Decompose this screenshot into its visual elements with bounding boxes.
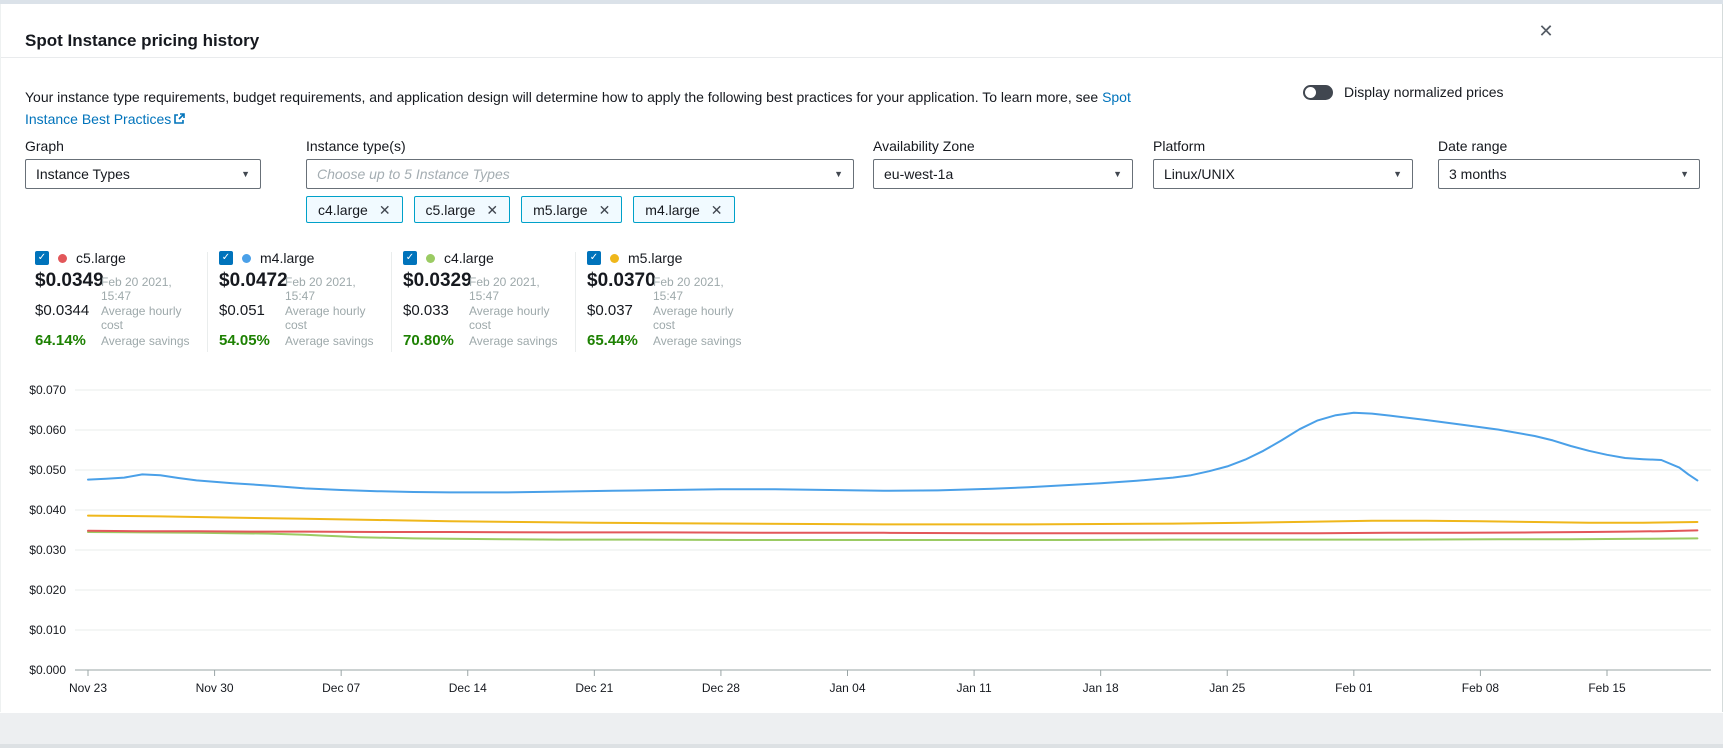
svg-text:$0.020: $0.020 [29, 583, 66, 597]
svg-text:$0.070: $0.070 [29, 383, 66, 397]
svg-text:Feb 01: Feb 01 [1335, 681, 1373, 695]
svg-text:$0.040: $0.040 [29, 503, 66, 517]
svg-text:Nov 23: Nov 23 [69, 681, 107, 695]
svg-text:Jan 11: Jan 11 [957, 681, 992, 695]
svg-text:$0.060: $0.060 [29, 423, 66, 437]
svg-text:Jan 04: Jan 04 [829, 681, 865, 695]
chart-x-axis-labels: Nov 23 Nov 30 Dec 07 Dec 14 Dec 21 Dec 28 Jan … [69, 681, 1626, 695]
price-history-chart: $0.000 $0.010 $0.020 $0.030 $0.040 $0.050 $0.0… [0, 0, 1723, 748]
svg-text:Dec 07: Dec 07 [322, 681, 360, 695]
chart-series-m4-large [88, 413, 1697, 493]
chart-series-m5-large [88, 516, 1697, 525]
chart-x-axis-ticks [88, 670, 1607, 676]
svg-text:$0.010: $0.010 [29, 623, 66, 637]
page-background-bottom [0, 713, 1723, 748]
svg-text:$0.050: $0.050 [29, 463, 66, 477]
svg-text:Dec 21: Dec 21 [575, 681, 613, 695]
chart-gridlines [75, 390, 1711, 670]
spot-pricing-modal-page: { "icons": { "close": "✕", "caret": "▼",… [0, 0, 1723, 748]
page-background-bottom-edge [0, 744, 1723, 748]
svg-text:Jan 18: Jan 18 [1083, 681, 1119, 695]
svg-text:Dec 28: Dec 28 [702, 681, 740, 695]
svg-text:Feb 15: Feb 15 [1588, 681, 1626, 695]
svg-text:$0.000: $0.000 [29, 663, 66, 677]
svg-text:Jan 25: Jan 25 [1209, 681, 1245, 695]
svg-text:Feb 08: Feb 08 [1462, 681, 1500, 695]
svg-text:Nov 30: Nov 30 [196, 681, 234, 695]
chart-series-c5-large [88, 530, 1697, 533]
svg-text:Dec 14: Dec 14 [449, 681, 487, 695]
svg-text:$0.030: $0.030 [29, 543, 66, 557]
chart-y-axis-labels: $0.000 $0.010 $0.020 $0.030 $0.040 $0.050 $0.0… [29, 383, 66, 677]
